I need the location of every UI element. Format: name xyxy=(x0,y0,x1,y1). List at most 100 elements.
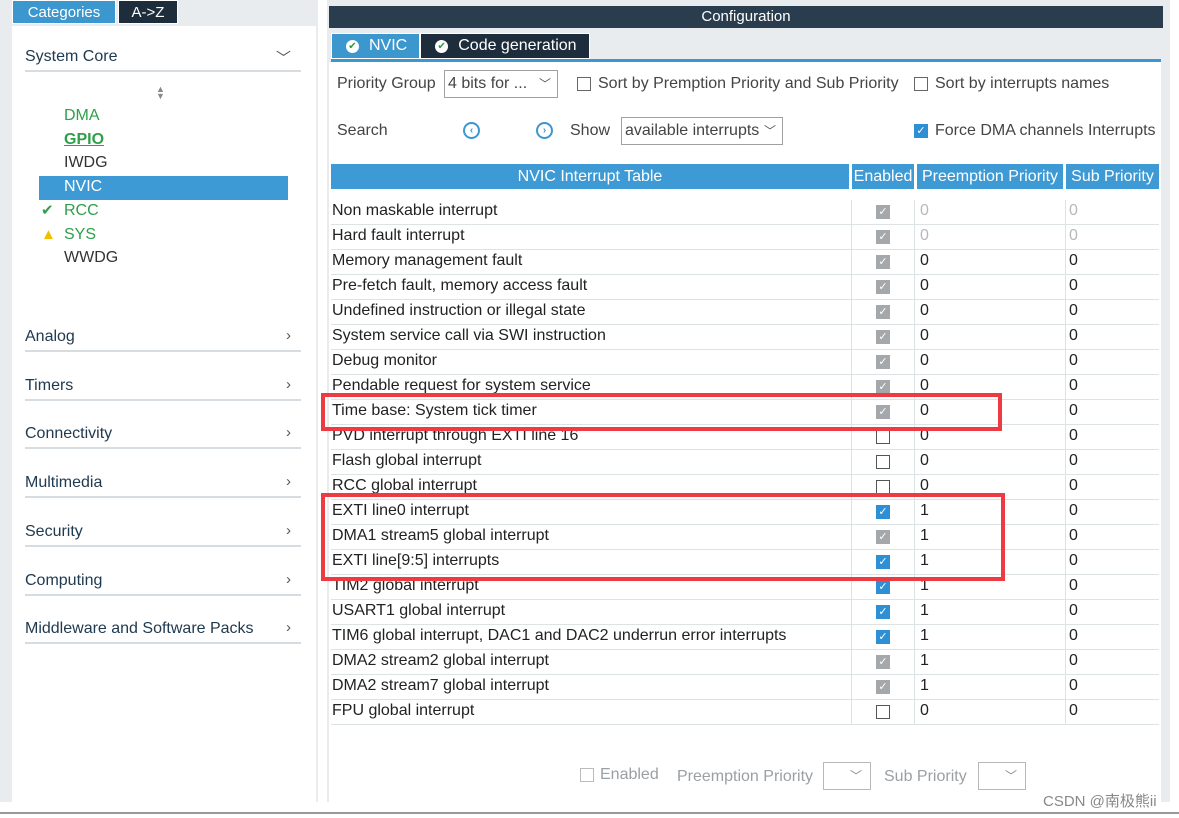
sub-priority-value[interactable]: 0 xyxy=(1065,500,1078,525)
sub-priority-value[interactable]: 0 xyxy=(1065,450,1078,475)
table-row[interactable]: TIM6 global interrupt, DAC1 and DAC2 und… xyxy=(331,625,1159,650)
enabled-cell: ✓ xyxy=(851,275,915,300)
preemption-priority-value[interactable]: 1 xyxy=(920,677,929,695)
enabled-checkbox[interactable]: ✓ xyxy=(876,655,890,669)
sub-priority-value[interactable]: 0 xyxy=(1065,325,1078,350)
sidebar-item-wwdg[interactable]: WWDG xyxy=(39,247,288,271)
category-multimedia[interactable]: Multimedia › xyxy=(25,470,301,498)
search-previous-icon[interactable]: ‹ xyxy=(463,122,480,139)
sidebar-item-nvic[interactable]: NVIC xyxy=(39,176,288,200)
table-row[interactable]: Memory management fault ✓ 0 0 xyxy=(331,250,1159,275)
sub-priority-value[interactable]: 0 xyxy=(1065,300,1078,325)
preemption-priority-value[interactable]: 1 xyxy=(920,652,929,670)
category-system-core[interactable]: System Core ﹀ xyxy=(25,44,301,72)
enabled-checkbox[interactable]: ✓ xyxy=(876,205,890,219)
sub-priority-value[interactable]: 0 xyxy=(1065,225,1078,250)
table-row[interactable]: DMA2 stream2 global interrupt ✓ 1 0 xyxy=(331,650,1159,675)
table-row[interactable]: Undefined instruction or illegal state ✓ 0… xyxy=(331,300,1159,325)
search-next-icon[interactable]: › xyxy=(536,122,553,139)
enabled-checkbox[interactable] xyxy=(580,768,594,782)
interrupt-name: TIM6 global interrupt, DAC1 and DAC2 und… xyxy=(332,627,787,644)
enabled-checkbox[interactable]: ✓ xyxy=(876,330,890,344)
preemption-priority-value[interactable]: 1 xyxy=(920,627,929,645)
category-security[interactable]: Security › xyxy=(25,519,301,547)
table-row[interactable]: Non maskable interrupt ✓ 0 0 xyxy=(331,200,1159,225)
sidebar-item-iwdg[interactable]: IWDG xyxy=(39,152,288,176)
table-row[interactable]: Pre-fetch fault, memory access fault ✓ 0 0 xyxy=(331,275,1159,300)
category-analog[interactable]: Analog › xyxy=(25,324,301,352)
watermark: CSDN @南极熊ii xyxy=(1043,793,1157,810)
table-row[interactable]: FPU global interrupt 0 0 xyxy=(331,700,1159,725)
preemption-priority-value[interactable]: 0 xyxy=(920,452,929,470)
enabled-checkbox[interactable]: ✓ xyxy=(876,230,890,244)
sub-priority-value[interactable]: 0 xyxy=(1065,550,1078,575)
table-row[interactable]: Flash global interrupt 0 0 xyxy=(331,450,1159,475)
enabled-checkbox[interactable]: ✓ xyxy=(876,380,890,394)
sub-priority-value[interactable]: 0 xyxy=(1065,600,1078,625)
enabled-checkbox[interactable]: ✓ xyxy=(876,630,890,644)
preemption-priority-value[interactable]: 0 xyxy=(920,302,929,320)
preemption-priority-value[interactable]: 0 xyxy=(920,227,929,245)
sub-priority-value[interactable]: 0 xyxy=(1065,475,1078,500)
table-row[interactable]: System service call via SWI instruction ✓… xyxy=(331,325,1159,350)
enabled-checkbox[interactable] xyxy=(876,430,890,444)
sub-priority-value[interactable]: 0 xyxy=(1065,675,1078,700)
enabled-checkbox[interactable]: ✓ xyxy=(876,355,890,369)
enabled-checkbox[interactable] xyxy=(876,455,890,469)
enabled-checkbox[interactable]: ✓ xyxy=(876,580,890,594)
enabled-checkbox[interactable]: ✓ xyxy=(876,255,890,269)
table-row[interactable]: DMA2 stream7 global interrupt ✓ 1 0 xyxy=(331,675,1159,700)
sub-priority-value[interactable]: 0 xyxy=(1065,250,1078,275)
sub-priority-value[interactable]: 0 xyxy=(1065,375,1078,400)
enabled-cell: ✓ xyxy=(851,350,915,375)
category-connectivity[interactable]: Connectivity › xyxy=(25,421,301,449)
sub-priority-value[interactable]: 0 xyxy=(1065,625,1078,650)
tab-nvic[interactable]: ✔ NVIC xyxy=(331,33,421,59)
sidebar-item-gpio[interactable]: GPIO xyxy=(39,129,288,153)
sub-priority-value[interactable]: 0 xyxy=(1065,350,1078,375)
tab-code-generation[interactable]: ✔ Code generation xyxy=(420,33,590,59)
preemption-priority-value[interactable]: 1 xyxy=(920,602,929,620)
highlight-box-systick xyxy=(321,393,1002,431)
category-computing[interactable]: Computing › xyxy=(25,568,301,596)
sub-priority-value[interactable]: 0 xyxy=(1065,400,1078,425)
sort-premption-checkbox[interactable] xyxy=(577,77,591,91)
sort-names-checkbox[interactable] xyxy=(914,77,928,91)
sidebar-item-sys[interactable]: ▲ SYS xyxy=(39,224,288,248)
tab-a-to-z[interactable]: A->Z xyxy=(118,0,178,24)
enabled-checkbox[interactable] xyxy=(876,480,890,494)
sub-priority-value[interactable]: 0 xyxy=(1065,275,1078,300)
preemption-select[interactable]: ﹀ xyxy=(823,762,871,790)
sub-priority-value[interactable]: 0 xyxy=(1065,200,1078,225)
preemption-priority-value[interactable]: 0 xyxy=(920,252,929,270)
enabled-checkbox[interactable] xyxy=(876,705,890,719)
sub-priority-value[interactable]: 0 xyxy=(1065,425,1078,450)
category-timers[interactable]: Timers › xyxy=(25,373,301,401)
priority-group-select[interactable]: 4 bits for ... ﹀ xyxy=(444,70,558,98)
preemption-priority-value[interactable]: 0 xyxy=(920,327,929,345)
preemption-priority-value[interactable]: 0 xyxy=(920,277,929,295)
preemption-priority-value[interactable]: 0 xyxy=(920,352,929,370)
preemption-priority-value[interactable]: 0 xyxy=(920,702,929,720)
tab-label: Code generation xyxy=(458,37,577,54)
sub-priority-select[interactable]: ﹀ xyxy=(978,762,1026,790)
force-dma-checkbox[interactable]: ✓ xyxy=(914,124,928,138)
sidebar-item-rcc[interactable]: ✔ RCC xyxy=(39,200,288,224)
table-row[interactable]: Debug monitor ✓ 0 0 xyxy=(331,350,1159,375)
category-middleware[interactable]: Middleware and Software Packs › xyxy=(25,616,301,644)
show-select[interactable]: available interrupts ﹀ xyxy=(621,117,783,145)
preemption-priority-value[interactable]: 0 xyxy=(920,202,929,220)
sub-priority-value[interactable]: 0 xyxy=(1065,650,1078,675)
enabled-checkbox[interactable]: ✓ xyxy=(876,605,890,619)
sidebar-item-dma[interactable]: DMA xyxy=(39,105,288,129)
sort-arrows-icon[interactable]: ▲ ▼ xyxy=(156,85,165,101)
table-row[interactable]: USART1 global interrupt ✓ 1 0 xyxy=(331,600,1159,625)
enabled-checkbox[interactable]: ✓ xyxy=(876,680,890,694)
enabled-checkbox[interactable]: ✓ xyxy=(876,280,890,294)
sub-priority-value[interactable]: 0 xyxy=(1065,575,1078,600)
sub-priority-value[interactable]: 0 xyxy=(1065,700,1078,725)
sub-priority-value[interactable]: 0 xyxy=(1065,525,1078,550)
enabled-checkbox[interactable]: ✓ xyxy=(876,305,890,319)
tab-categories[interactable]: Categories xyxy=(12,0,116,24)
table-row[interactable]: Hard fault interrupt ✓ 0 0 xyxy=(331,225,1159,250)
